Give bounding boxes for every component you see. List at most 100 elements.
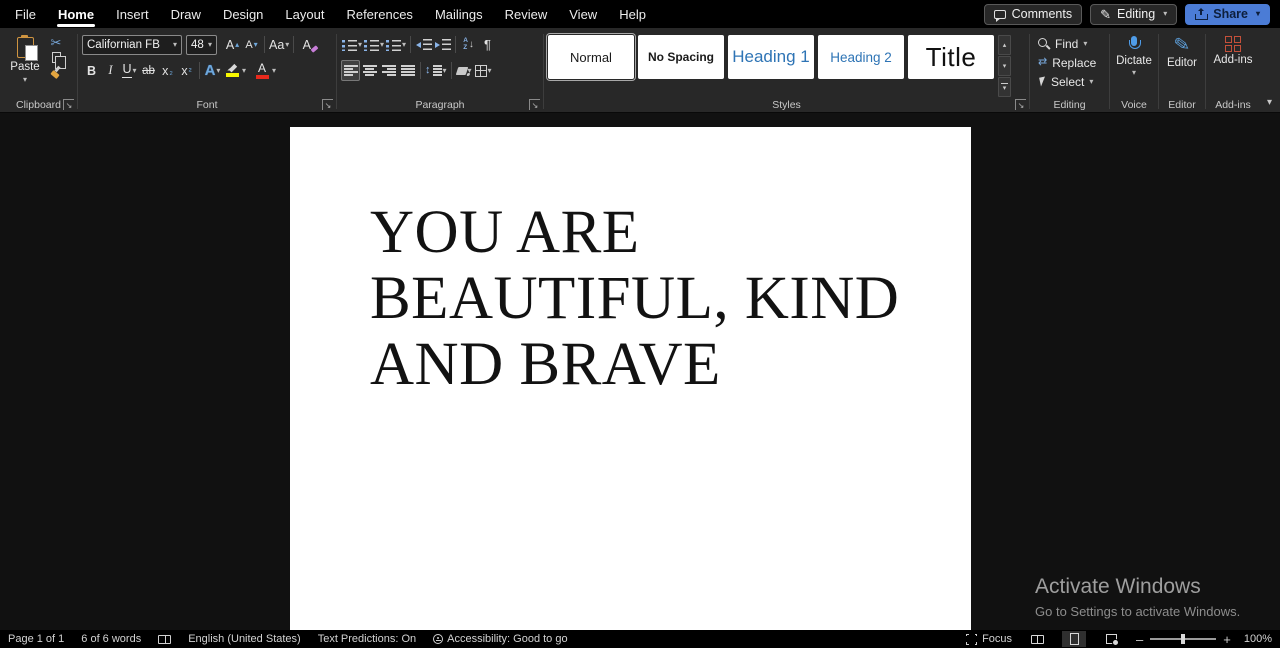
tab-layout[interactable]: Layout bbox=[274, 0, 335, 28]
line-spacing-bars bbox=[432, 65, 442, 76]
text-effects-button[interactable]: A ▾ bbox=[203, 60, 222, 81]
accessibility-status[interactable]: Accessibility: Good to go bbox=[433, 633, 568, 645]
font-family-select[interactable]: Californian FB ▾ bbox=[82, 34, 182, 55]
style-heading-2-label: Heading 2 bbox=[830, 49, 892, 65]
sort-z: Z bbox=[463, 43, 468, 51]
tab-view[interactable]: View bbox=[558, 0, 608, 28]
status-bar: Page 1 of 1 6 of 6 words English (United… bbox=[0, 630, 1280, 648]
bullets-button[interactable]: ▾ bbox=[341, 34, 363, 55]
underline-button[interactable]: U ▾ bbox=[120, 60, 139, 81]
proofing-book-icon[interactable] bbox=[158, 634, 172, 644]
styles-scroll-down-button[interactable]: ▾ bbox=[998, 56, 1011, 76]
tab-draw[interactable]: Draw bbox=[160, 0, 212, 28]
font-size-select[interactable]: 48 ▾ bbox=[186, 34, 217, 55]
focus-mode-button[interactable]: Focus bbox=[965, 632, 1013, 646]
change-case-button[interactable]: Aa ▾ bbox=[268, 34, 290, 55]
styles-gallery-more-button[interactable]: ▾ bbox=[998, 77, 1011, 97]
tab-file[interactable]: File bbox=[4, 0, 47, 28]
addins-button[interactable]: Add-ins bbox=[1210, 34, 1256, 66]
decrease-indent-button[interactable] bbox=[414, 34, 433, 55]
shrink-font-label: A bbox=[245, 38, 253, 51]
editing-mode-button[interactable]: ✎ Editing ▾ bbox=[1090, 3, 1178, 25]
editor-button[interactable]: ✎ Editor bbox=[1163, 34, 1201, 69]
justify-button[interactable] bbox=[398, 60, 417, 81]
style-normal[interactable]: Normal bbox=[548, 35, 634, 79]
borders-button[interactable]: ▾ bbox=[474, 60, 493, 81]
clipboard-dialog-launcher[interactable]: ↘ bbox=[63, 99, 74, 110]
zoom-in-button[interactable]: + bbox=[1223, 633, 1231, 646]
chevron-down-icon: ▾ bbox=[1089, 76, 1094, 86]
zoom-slider-handle[interactable] bbox=[1181, 634, 1186, 644]
replace-button[interactable]: ⇄ Replace bbox=[1038, 53, 1105, 72]
document-text[interactable]: YOU ARE BEAUTIFUL, KIND AND BRAVE bbox=[370, 200, 899, 398]
tab-design[interactable]: Design bbox=[212, 0, 274, 28]
tab-review[interactable]: Review bbox=[494, 0, 559, 28]
increase-indent-button[interactable] bbox=[433, 34, 452, 55]
numbering-button[interactable]: ▾ bbox=[363, 34, 385, 55]
page-indicator[interactable]: Page 1 of 1 bbox=[8, 633, 64, 645]
highlight-color-button[interactable] bbox=[222, 60, 242, 81]
chevron-down-icon: ▾ bbox=[216, 65, 221, 75]
zoom-out-button[interactable]: – bbox=[1136, 633, 1143, 646]
word-count[interactable]: 6 of 6 words bbox=[81, 633, 141, 645]
shrink-font-button[interactable]: A ▾ bbox=[242, 34, 261, 55]
copy-icon[interactable] bbox=[51, 52, 66, 69]
zoom-slider[interactable] bbox=[1150, 634, 1217, 644]
strikethrough-button[interactable]: ab bbox=[139, 60, 158, 81]
chevron-down-icon[interactable]: ▾ bbox=[272, 66, 276, 75]
italic-button[interactable]: I bbox=[101, 60, 120, 81]
tab-home[interactable]: Home bbox=[47, 0, 105, 28]
align-right-button[interactable] bbox=[379, 60, 398, 81]
dictate-button[interactable]: Dictate ▾ bbox=[1114, 34, 1154, 77]
select-button[interactable]: Select ▾ bbox=[1038, 72, 1105, 91]
style-heading-1[interactable]: Heading 1 bbox=[728, 35, 814, 79]
style-no-spacing[interactable]: No Spacing bbox=[638, 35, 724, 79]
find-button[interactable]: Find ▾ bbox=[1038, 34, 1105, 53]
align-center-button[interactable] bbox=[360, 60, 379, 81]
share-button[interactable]: Share ▾ bbox=[1185, 3, 1270, 25]
superscript-button[interactable]: x² bbox=[177, 60, 196, 81]
focus-label: Focus bbox=[982, 633, 1013, 645]
shading-button[interactable]: ▾ bbox=[455, 60, 474, 81]
multilevel-list-button[interactable]: ▾ bbox=[385, 34, 407, 55]
bold-button[interactable]: B bbox=[82, 60, 101, 81]
language-indicator[interactable]: English (United States) bbox=[188, 633, 301, 645]
sort-button[interactable]: A Z ↓ bbox=[459, 34, 478, 55]
tab-help[interactable]: Help bbox=[608, 0, 657, 28]
paragraph-dialog-launcher[interactable]: ↘ bbox=[529, 99, 540, 110]
print-layout-button[interactable] bbox=[1062, 631, 1087, 647]
tab-mailings[interactable]: Mailings bbox=[424, 0, 494, 28]
web-layout-button[interactable] bbox=[1099, 631, 1123, 647]
style-heading-2[interactable]: Heading 2 bbox=[818, 35, 904, 79]
text-predictions-indicator[interactable]: Text Predictions: On bbox=[318, 633, 416, 645]
format-painter-icon[interactable] bbox=[50, 66, 62, 78]
clear-formatting-button[interactable]: A bbox=[297, 34, 316, 55]
show-formatting-marks-button[interactable]: ¶ bbox=[478, 34, 497, 55]
document-canvas: YOU ARE BEAUTIFUL, KIND AND BRAVE Activa… bbox=[0, 113, 1280, 630]
read-mode-button[interactable] bbox=[1025, 631, 1049, 647]
font-color-button[interactable]: A bbox=[252, 60, 272, 81]
line-spacing-button[interactable]: ↕ ▾ bbox=[424, 60, 448, 81]
font-dialog-launcher[interactable]: ↘ bbox=[322, 99, 333, 110]
paste-button[interactable]: Paste ▾ bbox=[4, 34, 46, 97]
styles-scroll-up-button[interactable]: ▴ bbox=[998, 35, 1011, 55]
comments-button[interactable]: Comments bbox=[983, 3, 1083, 25]
document-page[interactable]: YOU ARE BEAUTIFUL, KIND AND BRAVE bbox=[290, 127, 971, 630]
chevron-down-icon[interactable]: ▾ bbox=[242, 66, 246, 75]
tab-references[interactable]: References bbox=[335, 0, 423, 28]
grow-font-button[interactable]: A ▴ bbox=[223, 34, 242, 55]
zoom-control: – + bbox=[1136, 633, 1231, 646]
style-title[interactable]: Title bbox=[908, 35, 994, 79]
collapse-ribbon-button[interactable]: ▾ bbox=[1267, 97, 1272, 108]
tab-insert[interactable]: Insert bbox=[105, 0, 160, 28]
align-left-button[interactable] bbox=[341, 60, 360, 81]
cut-icon[interactable]: ✂ bbox=[51, 36, 62, 49]
decrease-indent-icon bbox=[415, 39, 432, 50]
addins-label: Add-ins bbox=[1213, 54, 1253, 66]
zoom-percentage[interactable]: 100% bbox=[1244, 633, 1272, 645]
subscript-button[interactable]: x₂ bbox=[158, 60, 177, 81]
text-effects-label: A bbox=[204, 62, 216, 79]
change-case-label: Aa bbox=[269, 37, 285, 52]
styles-dialog-launcher[interactable]: ↘ bbox=[1015, 99, 1026, 110]
align-left-icon bbox=[343, 65, 358, 76]
